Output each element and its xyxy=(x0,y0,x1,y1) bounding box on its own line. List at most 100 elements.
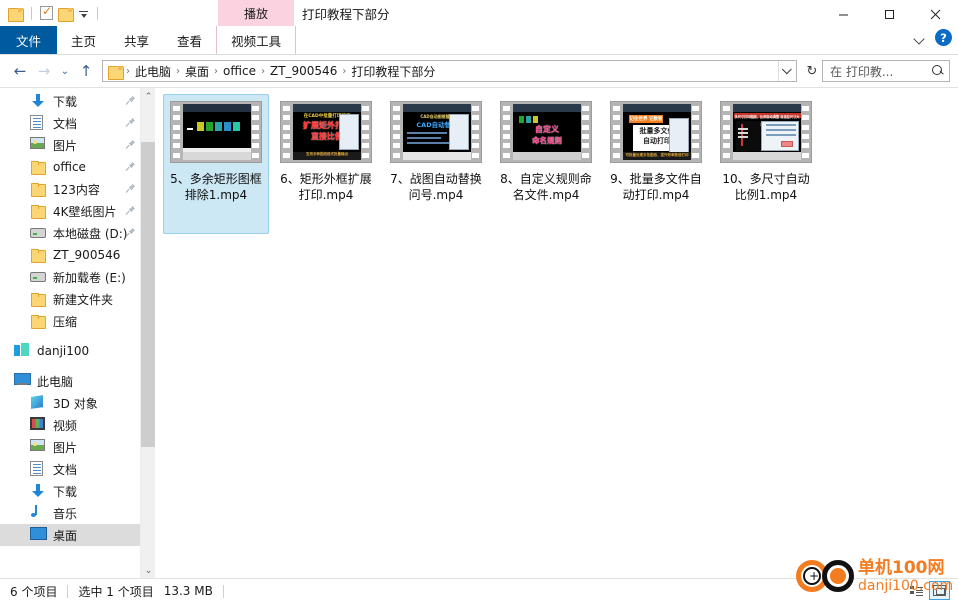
ribbon-actions: ? xyxy=(912,29,952,46)
recent-locations-button[interactable]: ⌄ xyxy=(56,59,74,83)
pin-icon[interactable] xyxy=(125,117,136,129)
breadcrumb-item-zt900546[interactable]: ZT_900546 xyxy=(266,63,341,79)
content-split: 下载 文档 图片 office 123内容 4K壁纸图片 本地磁盘 (D:) ZT_90054… xyxy=(0,87,958,579)
refresh-icon[interactable]: ↻ xyxy=(802,60,822,82)
cloud-icon xyxy=(14,342,31,360)
breadcrumb-item-this-pc[interactable]: 此电脑 xyxy=(131,62,175,81)
sidebar-item-18[interactable]: 音乐 xyxy=(0,502,140,524)
sidebar-item-7[interactable]: ZT_900546 xyxy=(0,244,140,266)
tab-share[interactable]: 共享 xyxy=(110,26,163,54)
sidebar-item-5[interactable]: 4K壁纸图片 xyxy=(0,200,140,222)
close-button[interactable] xyxy=(912,0,958,28)
pin-icon[interactable] xyxy=(125,95,136,107)
sidebar-item-3[interactable]: office xyxy=(0,156,140,178)
scroll-up-button[interactable]: ⌃ xyxy=(141,88,156,105)
folder-icon xyxy=(30,181,47,198)
scroll-down-button[interactable]: ⌄ xyxy=(141,562,156,579)
pictures-icon xyxy=(30,438,47,456)
pin-icon[interactable] xyxy=(125,139,136,151)
tab-file[interactable]: 文件 xyxy=(0,26,58,54)
file-item[interactable]: 自定义 命名规则 8、自定义规则命名文件.mp4 xyxy=(493,94,599,234)
new-folder-icon[interactable] xyxy=(58,7,74,22)
search-input[interactable]: 在 打印教... xyxy=(822,60,950,82)
forward-button[interactable]: → xyxy=(32,59,56,83)
sidebar-item-label: danji100 xyxy=(37,344,90,358)
sidebar-item-12[interactable]: 此电脑 xyxy=(0,370,140,392)
sidebar-item-4[interactable]: 123内容 xyxy=(0,178,140,200)
sidebar-item-16[interactable]: 文档 xyxy=(0,458,140,480)
video-thumbnail xyxy=(170,101,262,163)
video-thumbnail: 在CAD中批量打印技巧 扩展矩外打印 直接比例 支持多种图纸格式批量输出 xyxy=(280,101,372,163)
maximize-button[interactable] xyxy=(866,0,912,28)
status-divider-2 xyxy=(222,584,224,598)
sidebar-item-1[interactable]: 文档 xyxy=(0,112,140,134)
sidebar-item-2[interactable]: 图片 xyxy=(0,134,140,156)
file-list[interactable]: 5、多余矩形图框排除1.mp4 在CAD中批量打印技巧 扩展矩外打印 直接比例 … xyxy=(155,88,958,578)
sidebar-item-19[interactable]: 桌面 xyxy=(0,524,140,546)
address-history-dropdown-icon[interactable] xyxy=(778,61,796,81)
customize-qat-icon[interactable] xyxy=(78,8,89,19)
contextual-tab-header[interactable]: 播放 xyxy=(218,0,294,26)
file-name-label: 7、战图自动替换问号.mp4 xyxy=(390,172,482,202)
pin-icon[interactable] xyxy=(125,227,136,239)
address-bar[interactable]: › 此电脑 › 桌面 › office › ZT_900546 › 打印教程下部… xyxy=(102,60,797,82)
details-view-icon[interactable] xyxy=(906,581,927,600)
help-icon[interactable]: ? xyxy=(935,29,952,46)
breadcrumb-item-current[interactable]: 打印教程下部分 xyxy=(347,62,439,81)
scrollbar-thumb[interactable] xyxy=(141,142,156,447)
sidebar-item-11[interactable]: danji100 xyxy=(0,340,140,362)
tab-video-tools[interactable]: 视频工具 xyxy=(216,26,297,54)
back-button[interactable]: ← xyxy=(8,59,32,83)
download-icon xyxy=(30,93,47,110)
sidebar-item-17[interactable]: 下载 xyxy=(0,480,140,502)
sidebar-item-10[interactable]: 压缩 xyxy=(0,310,140,332)
sidebar-item-9[interactable]: 新建文件夹 xyxy=(0,288,140,310)
minimize-button[interactable] xyxy=(820,0,866,28)
sidebar-item-15[interactable]: 图片 xyxy=(0,436,140,458)
file-item[interactable]: 多尺寸打印图纸，比例自动调整 自适应尺寸大小，批量打印效率提升 10、多尺寸自动… xyxy=(713,94,819,234)
this-pc-icon xyxy=(14,372,31,390)
pin-icon[interactable] xyxy=(125,205,136,217)
sidebar-item-13[interactable]: 3D 对象 xyxy=(0,392,140,414)
tab-view[interactable]: 查看 xyxy=(163,26,216,54)
ribbon-divider xyxy=(0,54,958,55)
properties-icon[interactable] xyxy=(40,4,53,20)
file-item[interactable]: 记住世界 记数智 批量多文件 自动打印 可批量处理多张图纸，提升效率数倍打印 9、… xyxy=(603,94,709,234)
sidebar-item-label: office xyxy=(53,160,86,174)
address-folder-icon xyxy=(108,65,124,80)
search-icon[interactable] xyxy=(932,64,945,78)
breadcrumb-item-desktop[interactable]: 桌面 xyxy=(181,62,213,81)
folder-icon xyxy=(30,313,47,330)
video-thumbnail: 自定义 命名规则 xyxy=(500,101,592,163)
sidebar-item-label: ZT_900546 xyxy=(53,248,121,262)
quick-access-toolbar xyxy=(0,0,101,26)
pin-icon[interactable] xyxy=(125,161,136,173)
download-icon xyxy=(30,483,47,500)
title-bar: 播放 打印教程下部分 xyxy=(0,0,958,26)
status-selection: 选中 1 个项目 xyxy=(78,584,154,599)
large-icons-view-icon[interactable] xyxy=(929,581,950,600)
chevron-down-icon[interactable] xyxy=(912,31,926,45)
file-item[interactable]: CAD自动图框替换 CAD自动替换 7、战图自动替换问号.mp4 xyxy=(383,94,489,234)
status-size: 13.3 MB xyxy=(163,584,213,598)
sidebar-item-0[interactable]: 下载 xyxy=(0,90,140,112)
breadcrumb-item-office[interactable]: office xyxy=(219,63,260,79)
sidebar-item-6[interactable]: 本地磁盘 (D:) xyxy=(0,222,140,244)
folder-icon[interactable] xyxy=(8,7,24,22)
sidebar-item-14[interactable]: 视频 xyxy=(0,414,140,436)
file-item[interactable]: 5、多余矩形图框排除1.mp4 xyxy=(163,94,269,234)
file-item[interactable]: 在CAD中批量打印技巧 扩展矩外打印 直接比例 支持多种图纸格式批量输出 6、矩形… xyxy=(273,94,379,234)
pin-icon[interactable] xyxy=(125,183,136,195)
drive-icon xyxy=(30,269,47,286)
up-button[interactable]: ↑ xyxy=(74,59,98,83)
nav-group-spacer xyxy=(0,362,140,370)
navigation-scrollbar[interactable]: ⌃ ⌄ xyxy=(140,88,156,579)
drive-icon xyxy=(30,225,47,242)
sidebar-item-8[interactable]: 新加载卷 (E:) xyxy=(0,266,140,288)
status-bar: 6 个项目 选中 1 个项目 13.3 MB xyxy=(0,578,958,603)
folder-icon xyxy=(30,291,47,308)
sidebar-item-label: 压缩 xyxy=(53,314,78,329)
view-toggle-group xyxy=(906,581,950,600)
tab-home[interactable]: 主页 xyxy=(57,26,110,54)
file-name-label: 5、多余矩形图框排除1.mp4 xyxy=(170,172,262,202)
